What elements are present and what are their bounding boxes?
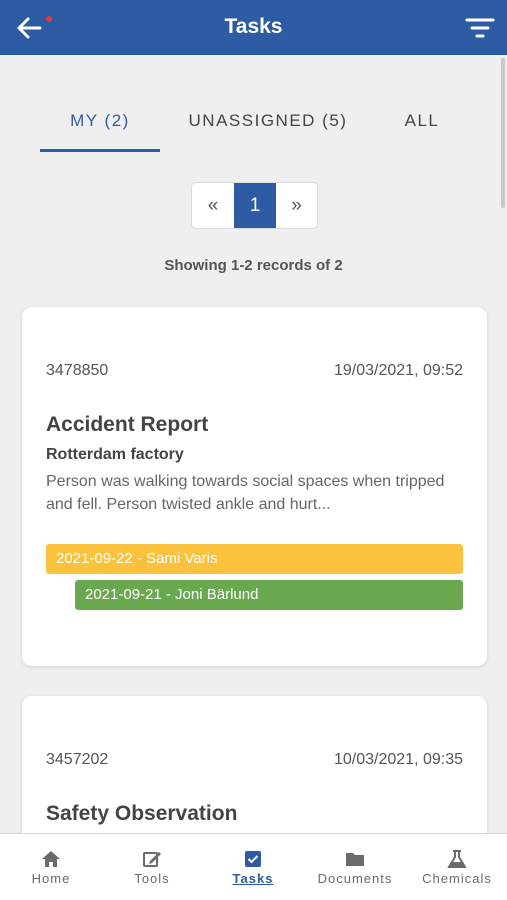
tab-my[interactable]: MY (2) (40, 100, 160, 152)
current-page-button[interactable]: 1 (234, 183, 276, 228)
nav-chemicals[interactable]: Chemicals (415, 834, 499, 900)
filter-icon[interactable] (465, 16, 495, 40)
task-card[interactable]: 3478850 19/03/2021, 09:52 Accident Repor… (22, 307, 487, 666)
page-title: Tasks (224, 15, 283, 38)
next-page-button[interactable]: » (276, 183, 317, 228)
pagination: « 1 » (191, 182, 318, 229)
task-datetime: 10/03/2021, 09:35 (333, 751, 463, 768)
nav-home[interactable]: Home (16, 834, 86, 900)
task-location: Rotterdam factory (46, 446, 184, 463)
nav-tasks[interactable]: Tasks (218, 834, 288, 900)
nav-documents[interactable]: Documents (310, 834, 400, 900)
nav-home-label: Home (31, 871, 71, 886)
assignment-badge: 2021-09-22 - Sami Varis (46, 544, 463, 574)
folder-icon (346, 853, 364, 866)
tab-unassigned[interactable]: UNASSIGNED (5) (178, 100, 358, 152)
task-description: Person was walking towards social spaces… (46, 473, 445, 513)
active-tab-indicator (40, 149, 160, 152)
assignment-badge: 2021-09-21 - Joni Bärlund (75, 580, 463, 610)
home-icon (42, 851, 60, 867)
nav-tools-label: Tools (134, 871, 170, 886)
app-bar: Tasks (0, 0, 507, 55)
edit-icon (143, 852, 161, 867)
task-title: Accident Report (46, 413, 209, 436)
nav-tools[interactable]: Tools (117, 834, 187, 900)
previous-page-button[interactable]: « (192, 183, 234, 228)
task-id: 3478850 (46, 362, 109, 379)
records-info: Showing 1-2 records of 2 (164, 257, 343, 274)
task-title: Safety Observation (46, 802, 238, 825)
tab-all[interactable]: ALL (384, 100, 460, 152)
task-id: 3457202 (46, 751, 109, 768)
task-datetime: 19/03/2021, 09:52 (333, 362, 463, 379)
task-tabs: MY (2) UNASSIGNED (5) ALL (0, 100, 507, 155)
bottom-navigation: Home Tools Tasks Documents Chemicals (0, 833, 507, 900)
nav-chemicals-label: Chemicals (422, 871, 492, 886)
checkbox-icon (245, 851, 261, 867)
nav-tasks-label: Tasks (232, 871, 274, 886)
flask-icon (447, 850, 467, 868)
nav-documents-label: Documents (317, 871, 393, 886)
